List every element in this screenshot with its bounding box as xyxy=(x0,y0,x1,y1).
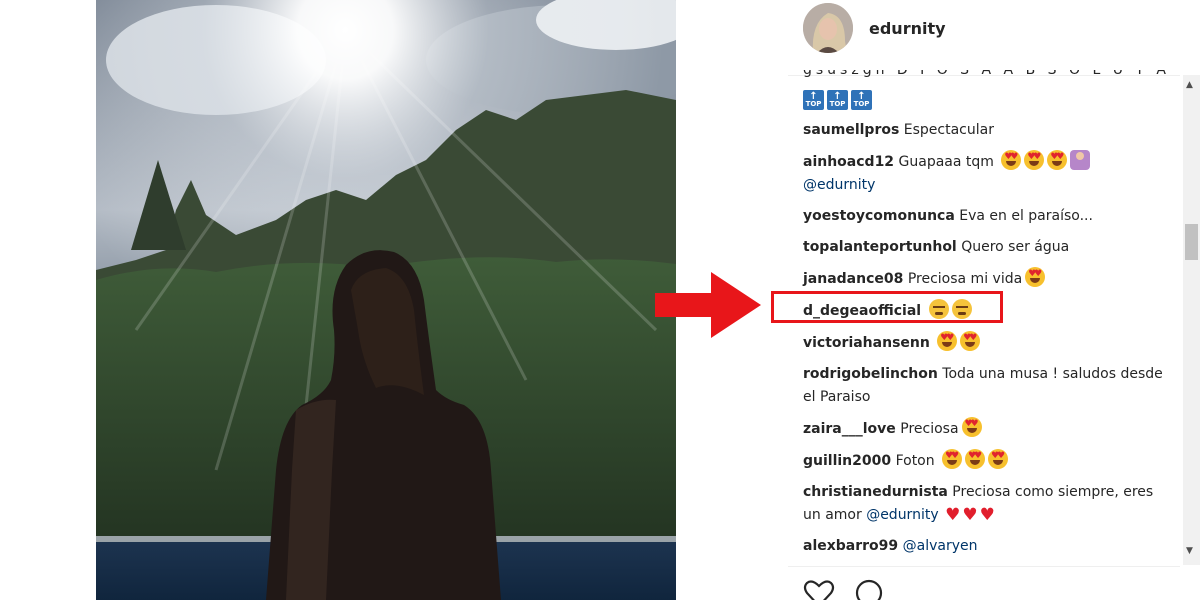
comment-item: ainhoacd12 Guapaaa tqm @edurnity xyxy=(803,150,1173,197)
mention-link[interactable]: @alvaryen xyxy=(903,538,978,554)
comment-username[interactable]: guillin2000 xyxy=(803,453,891,469)
tired-face-emoji-icon xyxy=(928,299,949,319)
comment-item-highlighted: d_degeaofficial xyxy=(803,299,1173,323)
comment-item: saumellpros Espectacular xyxy=(803,119,1173,142)
heart-eyes-emoji-icon xyxy=(937,331,958,351)
post-actions xyxy=(803,578,885,600)
avatar[interactable] xyxy=(803,3,853,53)
comment-text: Quero ser água xyxy=(961,239,1070,255)
comment-text: Preciosa mi vida xyxy=(907,271,1023,287)
comments-list[interactable]: gsuszgn D I O S A A B S O L U T A ↑ TOP ↑… xyxy=(803,70,1173,558)
scrollbar-thumb[interactable] xyxy=(1185,224,1198,260)
post-photo[interactable] xyxy=(96,0,676,600)
post-header: edurnity xyxy=(803,2,946,54)
comment-item: guillin2000 Foton xyxy=(803,449,1173,473)
comment-item: alexbarro99 @alvaryen xyxy=(803,535,1173,558)
comment-item: topalanteportunhol Quero ser água xyxy=(803,236,1173,259)
heart-eyes-emoji-icon xyxy=(1047,150,1068,170)
red-heart-emoji-icon: ♥ xyxy=(979,505,995,525)
heart-eyes-emoji-icon xyxy=(960,331,981,351)
heart-eyes-emoji-icon xyxy=(942,449,963,469)
comment-item: janadance08 Preciosa mi vida xyxy=(803,267,1173,291)
top-emoji-icon: ↑ TOP xyxy=(851,90,872,110)
red-arrow-annotation xyxy=(655,272,763,342)
comment-username[interactable]: janadance08 xyxy=(803,271,903,287)
comment-cut-off: gsuszgn D I O S A A B S O L U T A xyxy=(803,70,1170,78)
post-author-username[interactable]: edurnity xyxy=(869,19,946,38)
mention-link[interactable]: @edurnity xyxy=(803,177,875,193)
mention-link[interactable]: @edurnity xyxy=(866,507,938,523)
top-emoji-icon: ↑ TOP xyxy=(827,90,848,110)
comment-username[interactable]: yoestoycomonunca xyxy=(803,208,955,224)
scroll-up-icon[interactable]: ▲ xyxy=(1186,80,1193,90)
red-heart-emoji-icon: ♥ xyxy=(962,505,978,525)
comment-username[interactable]: saumellpros xyxy=(803,122,899,138)
heart-eyes-emoji-icon xyxy=(988,449,1009,469)
comment-item: zaira___love Preciosa xyxy=(803,417,1173,441)
comment-username[interactable]: rodrigobelinchon xyxy=(803,366,938,382)
scroll-down-icon[interactable]: ▼ xyxy=(1186,546,1193,556)
comment-username[interactable]: zaira___love xyxy=(803,421,896,437)
comment-username[interactable]: topalanteportunhol xyxy=(803,239,957,255)
comment-item: yoestoycomonunca Eva en el paraíso... xyxy=(803,205,1173,228)
heart-eyes-emoji-icon xyxy=(1001,150,1022,170)
comment-username[interactable]: christianedurnista xyxy=(803,484,948,500)
heart-eyes-emoji-icon xyxy=(961,417,982,437)
heart-eyes-emoji-icon xyxy=(1024,150,1045,170)
heart-eyes-emoji-icon xyxy=(965,449,986,469)
comment-bubble-icon[interactable] xyxy=(853,578,885,600)
comment-username[interactable]: alexbarro99 xyxy=(803,538,898,554)
comment-username[interactable]: d_degeaofficial xyxy=(803,303,921,319)
like-heart-icon[interactable] xyxy=(803,578,835,600)
comment-item: victoriahansenn xyxy=(803,331,1173,355)
comment-text: Foton xyxy=(895,453,935,469)
comment-text: Preciosa xyxy=(900,421,959,437)
top-badges: ↑ TOP ↑ TOP ↑ TOP xyxy=(803,90,1173,112)
heart-eyes-emoji-icon xyxy=(1025,267,1046,287)
red-heart-emoji-icon: ♥ xyxy=(945,505,961,525)
person-gesture-emoji-icon xyxy=(1070,150,1091,170)
divider xyxy=(788,566,1180,567)
tired-face-emoji-icon xyxy=(951,299,972,319)
comment-text: Guapaaa tqm xyxy=(898,154,994,170)
top-emoji-icon: ↑ TOP xyxy=(803,90,824,110)
comment-username[interactable]: ainhoacd12 xyxy=(803,154,894,170)
comments-scrollbar[interactable] xyxy=(1183,75,1200,565)
comment-text: Eva en el paraíso... xyxy=(959,208,1093,224)
comment-item: rodrigobelinchon Toda una musa ! saludos… xyxy=(803,363,1173,409)
comment-username[interactable]: victoriahansenn xyxy=(803,335,930,351)
comment-item: christianedurnista Preciosa como siempre… xyxy=(803,481,1173,527)
comment-text: Espectacular xyxy=(903,122,994,138)
